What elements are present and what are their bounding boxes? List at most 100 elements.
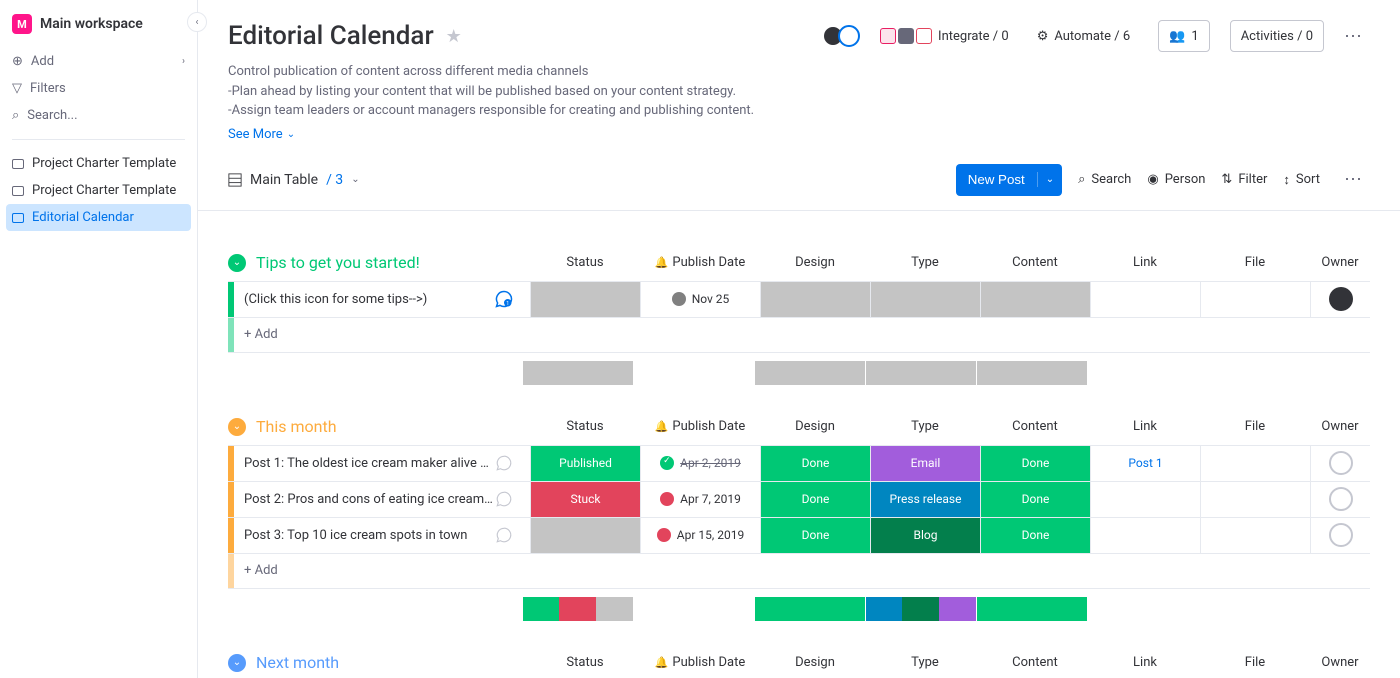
sidebar-filters[interactable]: ▽Filters bbox=[0, 75, 197, 102]
col-design[interactable]: Design bbox=[760, 645, 870, 678]
sidebar-collapse-button[interactable]: ‹ bbox=[187, 12, 207, 32]
col-type[interactable]: Type bbox=[870, 409, 980, 445]
status-cell[interactable] bbox=[530, 282, 640, 317]
date-cell[interactable]: Nov 25 bbox=[640, 282, 760, 317]
file-cell[interactable] bbox=[1200, 446, 1310, 481]
design-cell[interactable]: Done bbox=[760, 518, 870, 553]
chat-icon[interactable]: 1 bbox=[494, 289, 514, 309]
status-cell[interactable]: Published bbox=[530, 446, 640, 481]
favorite-star-icon[interactable]: ★ bbox=[446, 26, 462, 47]
type-cell[interactable]: Email bbox=[870, 446, 980, 481]
col-owner[interactable]: Owner bbox=[1310, 645, 1370, 678]
table-row[interactable]: Post 1: The oldest ice cream maker alive… bbox=[228, 445, 1370, 481]
search-button[interactable]: ⌕Search bbox=[1078, 172, 1131, 187]
chat-icon[interactable] bbox=[494, 525, 514, 545]
row-name-cell[interactable]: Post 2: Pros and cons of eating ice crea… bbox=[234, 489, 530, 509]
col-link[interactable]: Link bbox=[1090, 245, 1200, 281]
owner-cell[interactable] bbox=[1310, 282, 1370, 317]
col-type[interactable]: Type bbox=[870, 645, 980, 678]
more-options-button[interactable]: ⋯ bbox=[1336, 26, 1370, 47]
group-title[interactable]: Tips to get you started! bbox=[256, 253, 420, 272]
link-cell[interactable] bbox=[1090, 282, 1200, 317]
design-cell[interactable] bbox=[760, 282, 870, 317]
content-cell[interactable] bbox=[980, 282, 1090, 317]
col-owner[interactable]: Owner bbox=[1310, 409, 1370, 445]
activities-button[interactable]: Activities / 0 bbox=[1230, 20, 1324, 52]
col-status[interactable]: Status bbox=[530, 245, 640, 281]
table-row[interactable]: (Click this icon for some tips-->)1 Nov … bbox=[228, 281, 1370, 317]
automate-button[interactable]: ⚙Automate / 6 bbox=[1029, 20, 1139, 52]
col-publish-date[interactable]: 🔔Publish Date bbox=[640, 409, 760, 445]
owner-cell[interactable] bbox=[1310, 518, 1370, 553]
group-collapse-button[interactable]: ⌄ bbox=[228, 654, 246, 672]
avatar-stack[interactable] bbox=[828, 25, 860, 47]
chat-icon[interactable] bbox=[494, 489, 514, 509]
file-cell[interactable] bbox=[1200, 282, 1310, 317]
col-link[interactable]: Link bbox=[1090, 645, 1200, 678]
type-cell[interactable]: Press release bbox=[870, 482, 980, 517]
add-row-button[interactable]: + Add bbox=[228, 317, 1370, 353]
see-more-button[interactable]: See More⌄ bbox=[228, 127, 295, 142]
col-status[interactable]: Status bbox=[530, 645, 640, 678]
sidebar-board-item[interactable]: Project Charter Template bbox=[0, 150, 197, 177]
group-collapse-button[interactable]: ⌄ bbox=[228, 418, 246, 436]
file-cell[interactable] bbox=[1200, 482, 1310, 517]
col-content[interactable]: Content bbox=[980, 645, 1090, 678]
sidebar-board-item[interactable]: Editorial Calendar bbox=[6, 204, 191, 231]
type-cell[interactable]: Blog bbox=[870, 518, 980, 553]
col-file[interactable]: File bbox=[1200, 245, 1310, 281]
content-cell[interactable]: Done bbox=[980, 482, 1090, 517]
link-cell[interactable] bbox=[1090, 518, 1200, 553]
owner-cell[interactable] bbox=[1310, 482, 1370, 517]
status-cell[interactable] bbox=[530, 518, 640, 553]
sort-button[interactable]: ↕Sort bbox=[1283, 172, 1320, 188]
link-cell[interactable] bbox=[1090, 482, 1200, 517]
col-design[interactable]: Design bbox=[760, 409, 870, 445]
table-row[interactable]: Post 2: Pros and cons of eating ice crea… bbox=[228, 481, 1370, 517]
sidebar-add[interactable]: ⊕Add› bbox=[0, 48, 197, 75]
col-publish-date[interactable]: 🔔Publish Date bbox=[640, 245, 760, 281]
date-cell[interactable]: Apr 15, 2019 bbox=[640, 518, 760, 553]
col-design[interactable]: Design bbox=[760, 245, 870, 281]
col-status[interactable]: Status bbox=[530, 409, 640, 445]
content-cell[interactable]: Done bbox=[980, 518, 1090, 553]
col-owner[interactable]: Owner bbox=[1310, 245, 1370, 281]
col-content[interactable]: Content bbox=[980, 409, 1090, 445]
group-title[interactable]: Next month bbox=[256, 653, 339, 672]
row-name-cell[interactable]: (Click this icon for some tips-->)1 bbox=[234, 289, 530, 309]
toolbar-more-button[interactable]: ⋯ bbox=[1336, 169, 1370, 190]
integrate-button[interactable]: Integrate / 0 bbox=[872, 20, 1017, 52]
content-cell[interactable]: Done bbox=[980, 446, 1090, 481]
person-filter-button[interactable]: ◉Person bbox=[1147, 172, 1205, 187]
file-cell[interactable] bbox=[1200, 518, 1310, 553]
design-cell[interactable]: Done bbox=[760, 482, 870, 517]
owner-cell[interactable] bbox=[1310, 446, 1370, 481]
col-file[interactable]: File bbox=[1200, 645, 1310, 678]
col-publish-date[interactable]: 🔔Publish Date bbox=[640, 645, 760, 678]
chat-icon[interactable] bbox=[494, 453, 514, 473]
col-link[interactable]: Link bbox=[1090, 409, 1200, 445]
workspace-header[interactable]: M Main workspace bbox=[0, 12, 197, 48]
link-cell[interactable]: Post 1 bbox=[1090, 446, 1200, 481]
sidebar-search[interactable]: ⌕Search... bbox=[0, 102, 197, 129]
type-cell[interactable] bbox=[870, 282, 980, 317]
members-button[interactable]: 👥1 bbox=[1158, 20, 1210, 52]
group-collapse-button[interactable]: ⌄ bbox=[228, 254, 246, 272]
col-file[interactable]: File bbox=[1200, 409, 1310, 445]
date-cell[interactable]: Apr 7, 2019 bbox=[640, 482, 760, 517]
main-table-tab[interactable]: Main Table / 3 ⌄ bbox=[228, 172, 360, 188]
date-cell[interactable]: Apr 2, 2019 bbox=[640, 446, 760, 481]
row-name-cell[interactable]: Post 3: Top 10 ice cream spots in town bbox=[234, 525, 530, 545]
filter-button[interactable]: ⇅Filter bbox=[1221, 172, 1267, 187]
col-content[interactable]: Content bbox=[980, 245, 1090, 281]
sidebar-board-item[interactable]: Project Charter Template bbox=[0, 177, 197, 204]
design-cell[interactable]: Done bbox=[760, 446, 870, 481]
col-type[interactable]: Type bbox=[870, 245, 980, 281]
add-row-button[interactable]: + Add bbox=[228, 553, 1370, 589]
chevron-down-icon[interactable]: ⌄ bbox=[1038, 174, 1062, 185]
new-post-button[interactable]: New Post⌄ bbox=[956, 164, 1062, 196]
link-text[interactable]: Post 1 bbox=[1128, 456, 1162, 470]
row-name-cell[interactable]: Post 1: The oldest ice cream maker alive… bbox=[234, 453, 530, 473]
group-title[interactable]: This month bbox=[256, 417, 337, 436]
table-row[interactable]: Post 3: Top 10 ice cream spots in town A… bbox=[228, 517, 1370, 553]
